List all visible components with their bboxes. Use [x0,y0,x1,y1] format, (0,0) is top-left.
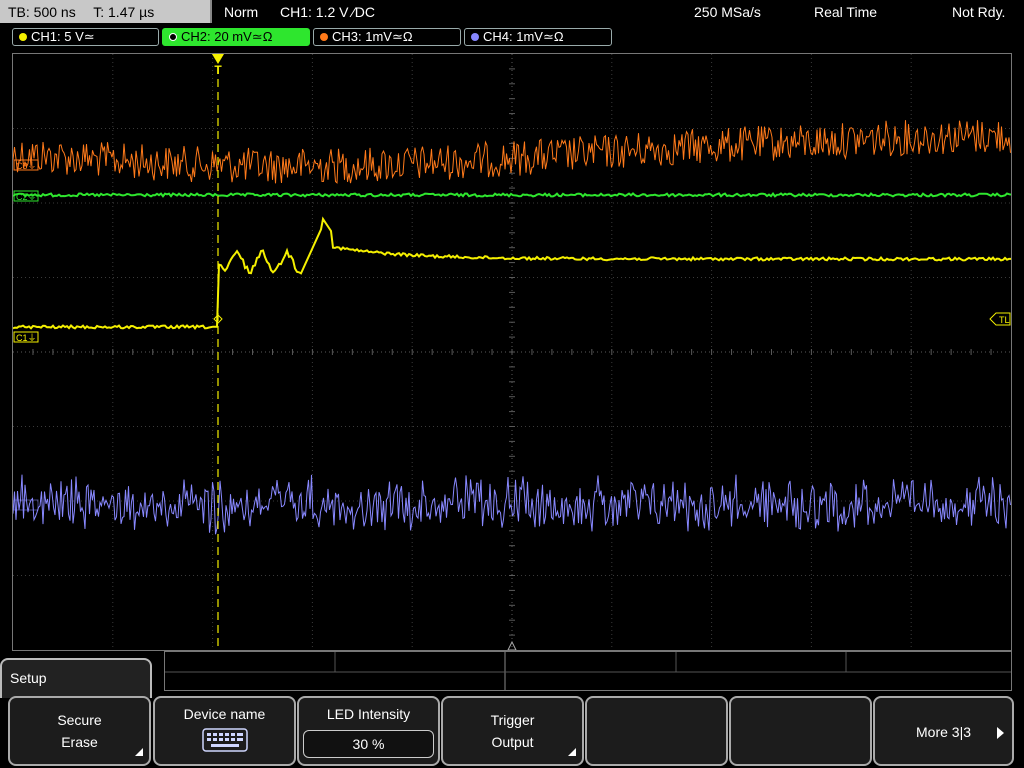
ch3-trace [13,120,1011,184]
waveform-display[interactable]: T C3⏚ C2⏚ C1⏚ TL [12,53,1012,651]
ch3-dot-icon [320,33,328,41]
ch1-ground-marker: C1⏚ [13,331,39,343]
graticule-grid [13,54,1011,650]
softkey-label: More 3|3 [916,724,971,740]
acquisition-mode: Real Time [814,4,878,20]
ch3-marker-label: C3⏚ [16,161,37,171]
trigger-time-readout: T: 1.47 µs [93,4,155,20]
channel-tab-label: CH4: 1mV≃Ω [483,29,564,44]
ch1-trace [13,216,1011,330]
trigger-output-button[interactable]: Trigger Output [441,696,584,766]
trigger-marker-icon: T [212,54,224,77]
softkey-empty-5[interactable] [585,696,728,766]
message-bar [164,651,1012,691]
ch2-dot-icon [169,33,177,41]
timebase-box[interactable]: TB: 500 ns T: 1.47 µs [0,0,212,23]
submenu-corner-icon [135,748,143,756]
softkey-label: Secure [57,712,102,728]
ch2-ground-marker: C2⏚ [13,190,39,202]
trigger-level-marker: TL [989,312,1011,326]
channel-tab-label: CH3: 1mV≃Ω [332,29,413,44]
trigger-marker-label: T [214,63,222,77]
ch4-trace [13,474,1011,535]
channel-tab-label: CH1: 5 V≃ [31,29,95,44]
device-name-button[interactable]: Device name [153,696,296,766]
status-bar: TB: 500 ns T: 1.47 µs Norm CH1: 1.2 V ∕D… [0,0,1024,24]
waveform-graticule: T C3⏚ C2⏚ C1⏚ TL [13,54,1011,650]
menu-title: Setup [10,670,47,686]
secure-erase-button[interactable]: Secure Erase [8,696,151,766]
channel-tab-ch1[interactable]: CH1: 5 V≃ [12,28,159,46]
softkey-label: Output [491,734,534,750]
trigger-mode[interactable]: Norm [224,0,258,24]
timebase-readout: TB: 500 ns [8,4,76,20]
softkey-label: LED Intensity [326,706,411,722]
ch1-dot-icon [19,33,27,41]
trigger-setting[interactable]: CH1: 1.2 V ∕DC [280,0,375,24]
softkey-label: Trigger [490,712,535,728]
run-status: Not Rdy. [952,4,1006,20]
menu-title-tab: Setup [0,658,152,698]
page-next-icon [997,727,1004,739]
channel-tab-label: CH2: 20 mV≃Ω [181,29,273,44]
ch2-trace [13,191,1011,198]
ch3-ground-marker: C3⏚ [13,159,39,171]
softkey-label: Erase [61,734,98,750]
trigger-level-label: TL [999,315,1010,325]
channel-tab-ch2[interactable]: CH2: 20 mV≃Ω [162,28,310,46]
ch2-marker-label: C2⏚ [16,192,37,202]
sample-rate: 250 MSa/s [694,4,761,20]
led-intensity-button[interactable]: LED Intensity 30 % [297,696,440,766]
keyboard-icon [201,728,248,752]
channel-tab-ch3[interactable]: CH3: 1mV≃Ω [313,28,461,46]
submenu-corner-icon [568,748,576,756]
led-intensity-value: 30 % [303,730,434,758]
softkey-label: Device name [183,706,266,722]
more-button[interactable]: More 3|3 [873,696,1014,766]
ch4-dot-icon [471,33,479,41]
ch1-marker-label: C1⏚ [16,333,37,343]
softkey-empty-6[interactable] [729,696,872,766]
channel-tab-ch4[interactable]: CH4: 1mV≃Ω [464,28,612,46]
message-bar-divisions [165,652,1011,690]
